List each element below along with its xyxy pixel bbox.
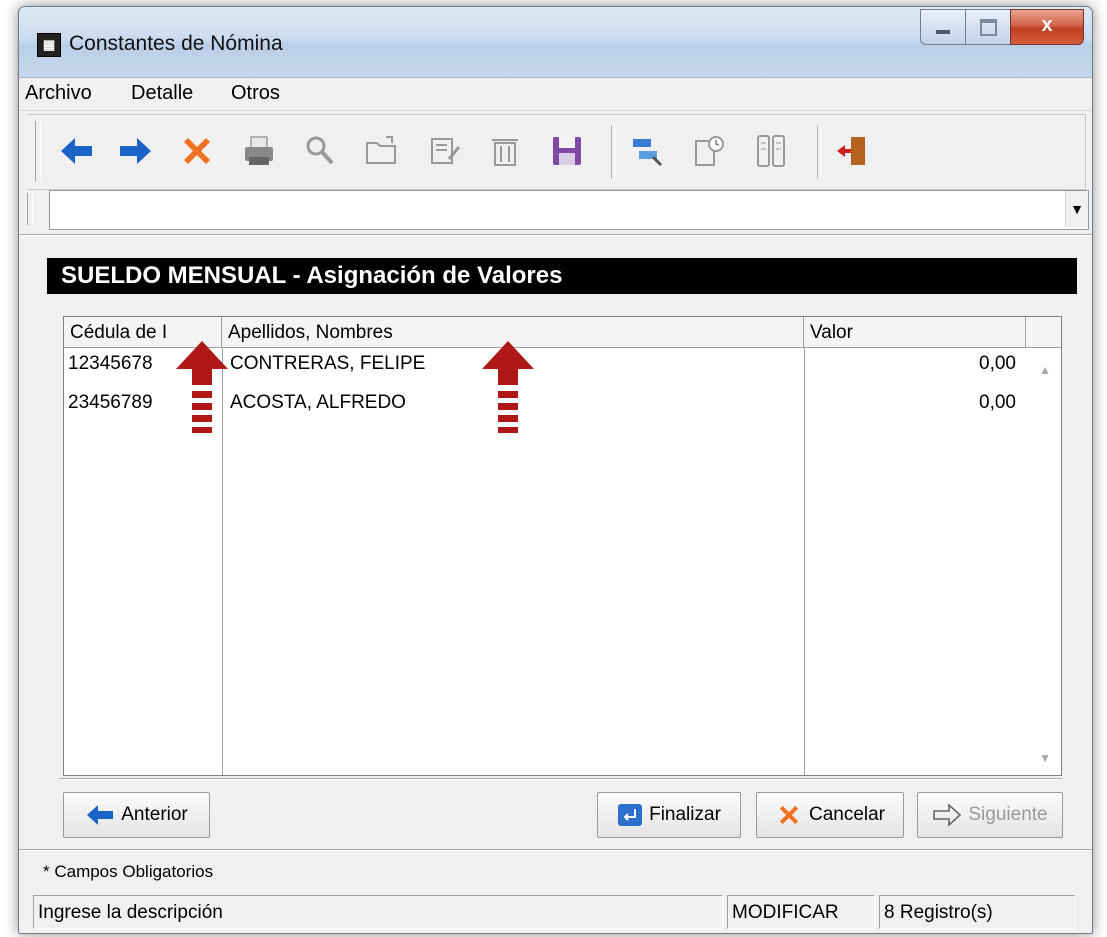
edit-document-icon[interactable] <box>425 131 465 171</box>
main-window: ▦ Constantes de Nómina x Archivo Detalle… <box>18 6 1093 934</box>
cell-valor[interactable]: 0,00 <box>816 353 1016 375</box>
annotation-arrow-icon <box>482 341 534 433</box>
siguiente-button[interactable]: Siguiente <box>917 792 1063 838</box>
status-bar: Ingrese la descripción MODIFICAR 8 Regis… <box>19 891 1092 931</box>
title-bar: ▦ Constantes de Nómina x <box>19 7 1092 78</box>
cancel-x-icon <box>779 805 799 825</box>
status-record-count: 8 Registro(s) <box>879 895 1075 929</box>
cancelar-button[interactable]: Cancelar <box>756 792 904 838</box>
maximize-button[interactable] <box>965 9 1011 45</box>
toolbar-separator <box>611 125 615 179</box>
status-mode: MODIFICAR <box>727 895 875 929</box>
menu-archivo[interactable]: Archivo <box>25 82 92 105</box>
document-clock-icon[interactable] <box>689 131 729 171</box>
finalizar-button[interactable]: Finalizar <box>597 792 741 838</box>
minimize-button[interactable] <box>920 9 966 45</box>
columns-icon[interactable] <box>751 131 791 171</box>
trash-icon[interactable] <box>485 131 525 171</box>
record-selector-combo[interactable]: ▼ <box>49 190 1089 230</box>
back-arrow-icon <box>87 805 114 825</box>
divider <box>59 778 1062 780</box>
enter-key-icon <box>618 804 643 826</box>
cell-nombre: CONTRERAS, FELIPE <box>230 353 426 374</box>
column-header-valor[interactable]: Valor <box>804 317 1026 348</box>
section-banner: SUELDO MENSUAL - Asignación de Valores <box>47 258 1077 294</box>
open-folder-icon[interactable] <box>362 131 402 171</box>
search-icon[interactable] <box>300 131 340 171</box>
combo-dropdown-button[interactable]: ▼ <box>1065 191 1088 227</box>
divider <box>19 234 1092 236</box>
required-fields-note: * Campos Obligatorios <box>43 862 214 881</box>
annotation-arrow-icon <box>176 341 228 433</box>
toolbar <box>27 114 1086 190</box>
scroll-down-arrow-icon[interactable]: ▼ <box>1039 751 1051 765</box>
close-icon: x <box>1041 14 1053 36</box>
maximize-icon <box>980 19 997 36</box>
menu-detalle[interactable]: Detalle <box>131 82 193 105</box>
minimize-icon <box>936 30 950 34</box>
cell-cedula: 23456789 <box>68 392 153 413</box>
save-disk-icon[interactable] <box>547 131 587 171</box>
menu-bar: Archivo Detalle Otros <box>19 78 1092 111</box>
toolbar-grip[interactable] <box>35 121 41 181</box>
menu-otros[interactable]: Otros <box>231 82 280 105</box>
column-header-filler <box>1026 317 1061 348</box>
window-title: Constantes de Nómina <box>69 32 283 55</box>
cancelar-label: Cancelar <box>808 804 886 825</box>
chevron-down-icon: ▼ <box>1070 201 1084 217</box>
divider <box>19 849 1092 851</box>
status-hint: Ingrese la descripción <box>33 895 723 929</box>
exit-door-icon[interactable] <box>833 131 873 171</box>
cell-valor[interactable]: 0,00 <box>816 392 1016 414</box>
transfer-icon[interactable] <box>627 131 667 171</box>
printer-icon[interactable] <box>239 131 279 171</box>
close-button[interactable]: x <box>1010 9 1084 45</box>
cell-cedula: 12345678 <box>68 353 153 374</box>
forward-arrow-outline-icon <box>933 803 962 827</box>
delete-x-icon[interactable] <box>177 131 217 171</box>
back-arrow-icon[interactable] <box>57 131 97 171</box>
siguiente-label: Siguiente <box>968 804 1048 825</box>
combo-grip <box>27 193 33 225</box>
cell-nombre: ACOSTA, ALFREDO <box>230 392 406 413</box>
anterior-label: Anterior <box>121 804 188 825</box>
forward-arrow-icon[interactable] <box>115 131 155 171</box>
app-icon: ▦ <box>37 33 61 57</box>
anterior-button[interactable]: Anterior <box>63 792 210 838</box>
finalizar-label: Finalizar <box>649 804 721 825</box>
column-divider <box>804 348 805 775</box>
values-grid[interactable]: Cédula de I Apellidos, Nombres Valor 123… <box>63 316 1062 776</box>
scroll-up-arrow-icon[interactable]: ▲ <box>1039 363 1051 377</box>
window-controls: x <box>920 9 1084 45</box>
toolbar-separator <box>817 125 821 179</box>
